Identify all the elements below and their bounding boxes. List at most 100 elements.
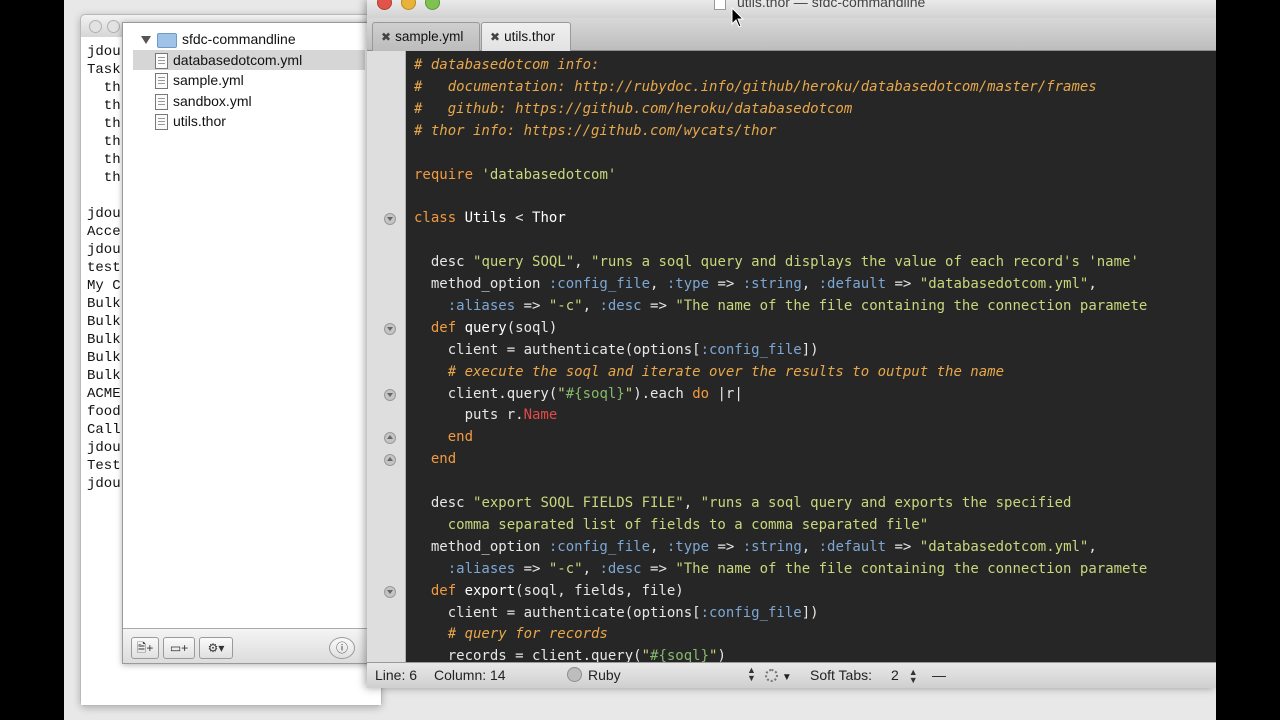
tab-label: utils.thor (504, 29, 556, 44)
code-token: export (464, 582, 516, 599)
code-line: client = authenticate(options[:config_fi… (414, 340, 819, 361)
tab-bar: ✖ sample.yml ✖ utils.thor (367, 18, 1216, 51)
fold-marker-icon[interactable] (384, 585, 396, 598)
tab-sample-yml[interactable]: ✖ sample.yml (372, 22, 480, 51)
zoom-window-button[interactable] (425, 0, 440, 10)
line-gutter[interactable] (367, 51, 406, 663)
language-stepper-icon[interactable]: ▲ ▼ (747, 665, 756, 683)
fold-marker-icon[interactable] (384, 388, 396, 401)
tab-utils-thor[interactable]: ✖ utils.thor (481, 22, 571, 51)
fold-marker-icon[interactable] (384, 213, 396, 226)
project-drawer: sfdc-commandline databasedotcom.yml sampl… (122, 22, 372, 664)
terminal-minimize-button[interactable] (107, 20, 120, 33)
code-token: client = authenticate(options[ (414, 341, 701, 358)
code-token: require (414, 166, 482, 183)
code-token: def (414, 319, 465, 336)
code-token: :type (666, 276, 710, 292)
language-selector[interactable]: Ruby (567, 667, 621, 683)
tree-file-item[interactable]: sandbox.yml (133, 91, 365, 112)
code-line: # github: https://github.com/heroku/data… (414, 99, 852, 120)
code-token: "runs a soql query and exports the speci… (700, 495, 1072, 511)
code-token: # documentation: http://rubydoc.info/git… (414, 78, 1097, 95)
symbol-popup[interactable]: — (932, 667, 946, 683)
minimize-window-button[interactable] (401, 0, 416, 10)
info-button[interactable]: ⓘ (329, 637, 355, 659)
code-token: , (1088, 276, 1097, 292)
code-token: class (414, 210, 465, 227)
code-line: # databasedotcom info: (414, 55, 599, 76)
new-folder-button[interactable]: ▭+ (163, 637, 195, 659)
code-token: :aliases (447, 560, 516, 577)
fold-marker-icon[interactable] (384, 432, 396, 445)
fold-marker-icon[interactable] (384, 454, 396, 467)
code-token: , (582, 297, 600, 314)
code-token: desc (414, 254, 474, 271)
close-window-button[interactable] (377, 0, 392, 10)
tree-file-item[interactable]: utils.thor (133, 111, 365, 132)
drawer-footer: 🗎+ ▭+ ⚙▾ ⓘ (123, 628, 371, 663)
code-token: "The name of the file containing the con… (675, 297, 1148, 314)
tree-folder-sfdc-commandline[interactable]: sfdc-commandline (133, 29, 365, 50)
code-line: desc "export SOQL FIELDS FILE", "runs a … (414, 493, 1072, 514)
tab-size-selector[interactable]: 2 ▲ ▼ (891, 667, 918, 686)
code-token: "databasedotcom.yml" (919, 276, 1089, 292)
code-token: " (557, 385, 566, 402)
chevron-down-icon: ▼ (781, 672, 792, 683)
code-token: , (801, 538, 819, 555)
tab-size-stepper-icon: ▲ ▼ (908, 667, 918, 686)
code-token: records = client.query( (414, 648, 642, 663)
tab-close-icon[interactable]: ✖ (490, 30, 500, 44)
terminal-close-button[interactable] (89, 20, 102, 33)
code-token: "query SOQL" (473, 254, 575, 271)
code-line: method_option :config_file, :type => :st… (414, 537, 1097, 558)
file-icon (155, 52, 168, 69)
code-token: ) (717, 648, 726, 663)
code-editor[interactable]: # databasedotcom info: # documentation: h… (406, 51, 1216, 663)
code-token: => (641, 297, 676, 314)
code-token: client = authenticate(options[ (414, 604, 701, 621)
code-token: => (709, 538, 743, 555)
code-token: :config_file (700, 604, 802, 621)
new-file-button[interactable]: 🗎+ (131, 637, 159, 659)
bundle-menu[interactable]: ▼ (765, 667, 792, 683)
code-token: , (574, 254, 592, 271)
tree-file-item[interactable]: sample.yml (133, 70, 365, 91)
tree-file-item[interactable]: databasedotcom.yml (133, 49, 365, 70)
code-token: ]) (801, 341, 819, 358)
code-token: , (582, 560, 600, 577)
code-token: (soql) (506, 319, 558, 336)
code-token: :desc (599, 297, 642, 314)
code-line: # query for records (414, 624, 608, 645)
code-token: 'databasedotcom' (481, 166, 617, 183)
code-token: "export SOQL FIELDS FILE" (473, 495, 684, 511)
file-icon (155, 114, 168, 130)
code-token: " (641, 648, 651, 663)
code-token: "databasedotcom.yml" (919, 538, 1089, 555)
code-token: Utils (464, 210, 507, 227)
code-token: #{soql} (650, 648, 710, 663)
code-token: :default (818, 538, 887, 555)
fold-marker-icon[interactable] (384, 322, 396, 335)
drawer-actions-button[interactable]: ⚙▾ (199, 637, 233, 659)
code-line: # execute the soql and iterate over the … (414, 362, 1004, 383)
editor-titlebar[interactable]: utils.thor — sfdc-commandline (367, 0, 1216, 19)
code-token: => (886, 538, 920, 555)
code-token: :string (742, 538, 802, 555)
code-token: # execute the soql and iterate over the … (414, 363, 1005, 380)
document-icon (714, 0, 726, 10)
code-line: :aliases => "-c", :desc => "The name of … (414, 559, 1148, 580)
code-token: :type (666, 538, 710, 555)
code-token: def (414, 582, 465, 599)
code-token: , (683, 495, 701, 511)
code-token: comma separated list of fields to a comm… (414, 516, 929, 533)
tab-close-icon[interactable]: ✖ (381, 30, 391, 44)
code-line: # documentation: http://rubydoc.info/git… (414, 77, 1097, 98)
code-line: def query(soql) (414, 318, 557, 339)
file-label: sample.yml (173, 72, 244, 88)
code-line: method_option :config_file, :type => :st… (414, 274, 1097, 295)
code-line: class Utils < Thor (414, 208, 566, 229)
code-line: comma separated list of fields to a comm… (414, 515, 928, 536)
disclosure-triangle-icon[interactable] (141, 36, 151, 45)
code-token: do (692, 385, 710, 402)
